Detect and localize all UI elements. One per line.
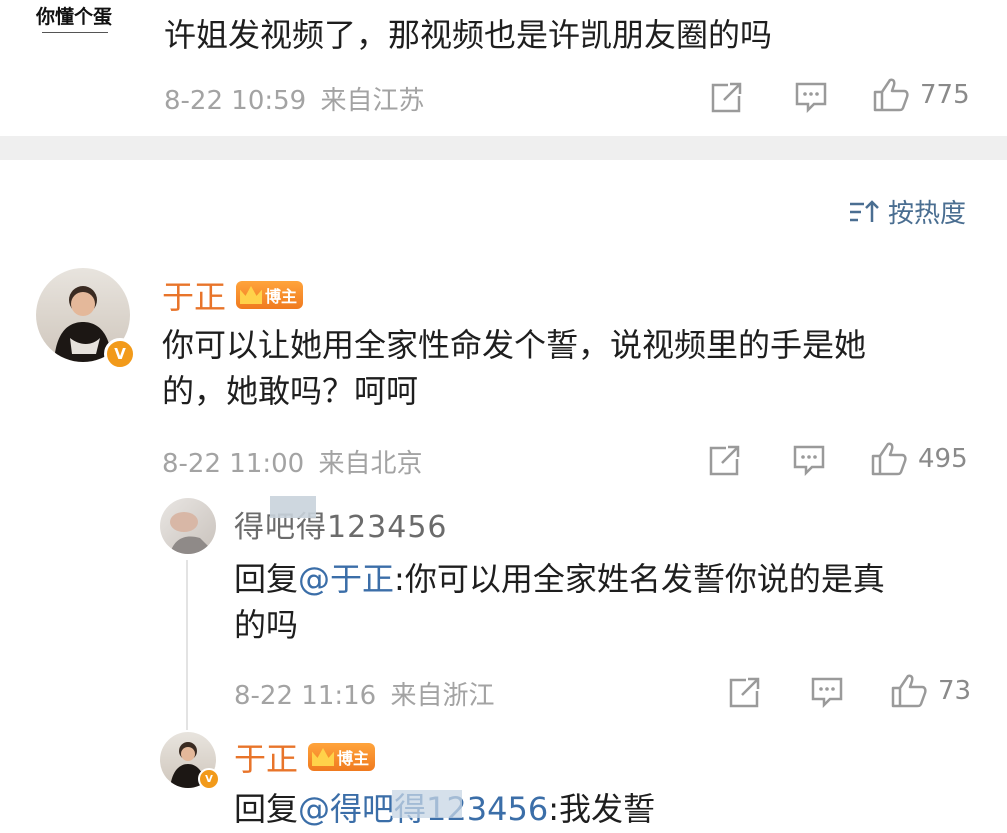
blogger-badge: 博主	[236, 281, 304, 309]
username[interactable]: 得吧得123456	[234, 502, 448, 546]
crown-icon	[240, 286, 263, 304]
username[interactable]: 于正	[162, 272, 226, 318]
share-button[interactable]	[728, 675, 762, 709]
verified-badge: V	[104, 338, 136, 370]
reply-line: 的吗	[234, 606, 299, 644]
like-count: 775	[920, 80, 970, 110]
blur-mask	[392, 790, 462, 818]
comment-button[interactable]	[794, 80, 828, 114]
blogger-badge: 博主	[308, 743, 376, 771]
section-divider	[0, 136, 1007, 160]
thumbs-up-icon	[871, 442, 907, 476]
comment-header: 于正 博主	[162, 272, 304, 318]
comment-time: 8-22 10:59 来自江苏	[164, 80, 424, 117]
timestamp: 8-22 11:00	[162, 449, 305, 479]
share-icon	[711, 82, 742, 113]
comment-header: 于正 博主	[234, 734, 376, 780]
badge-label: 博主	[337, 749, 370, 768]
sort-button[interactable]: 按热度	[848, 193, 966, 230]
location: 来自北京	[318, 449, 423, 479]
timestamp: 8-22 10:59	[164, 86, 307, 116]
avatar-image	[170, 512, 216, 554]
blur-mask	[270, 496, 316, 518]
comment-text: 你可以让她用全家性命发个誓，说视频里的手是她 的，她敢吗？呵呵	[162, 322, 866, 414]
reply-line: 回复@于正:你可以用全家姓名发誓你说的是真	[234, 556, 885, 602]
comment-text: 许姐发视频了，那视频也是许凯朋友圈的吗	[164, 16, 773, 54]
share-button[interactable]	[708, 443, 742, 477]
location: 来自浙江	[390, 681, 495, 711]
comment-icon	[793, 445, 825, 477]
like-count: 73	[938, 676, 972, 706]
reply-prefix: 回复	[234, 790, 299, 828]
location: 来自江苏	[320, 86, 425, 116]
username[interactable]: 于正	[234, 734, 298, 780]
thumbs-up-icon	[891, 674, 927, 708]
share-icon	[709, 445, 740, 476]
comment-icon	[811, 677, 843, 709]
thread-line	[186, 560, 188, 730]
username-text: 得吧得123456	[234, 510, 448, 545]
crown-icon	[312, 748, 335, 766]
avatar[interactable]: 你懂个蛋	[28, 0, 122, 50]
like-count: 495	[918, 444, 968, 474]
share-icon	[729, 677, 760, 708]
comment-line: 的，她敢吗？呵呵	[162, 372, 419, 410]
comment-button[interactable]	[810, 675, 844, 709]
comment-icon	[795, 82, 827, 114]
comment-time: 8-22 11:00 来自北京	[162, 443, 422, 480]
reply-text: 回复@于正:你可以用全家姓名发誓你说的是真 的吗	[234, 556, 885, 648]
reply-content: :我发誓	[548, 790, 655, 828]
sort-icon	[850, 199, 879, 222]
share-button[interactable]	[710, 80, 744, 114]
comment-button[interactable]	[792, 443, 826, 477]
like-button[interactable]: 495	[870, 440, 968, 478]
badge-label: 博主	[265, 287, 298, 306]
reply-content: :你可以用全家姓名发誓你说的是真	[394, 560, 885, 598]
mention-link[interactable]: @于正	[298, 560, 394, 598]
username: 你懂个蛋	[36, 6, 113, 28]
avatar[interactable]	[160, 498, 216, 554]
verified-badge: V	[198, 768, 220, 790]
like-button[interactable]: 775	[872, 76, 970, 114]
timestamp: 8-22 11:16	[234, 681, 377, 711]
thumbs-up-icon	[873, 78, 909, 112]
comment-time: 8-22 11:16 来自浙江	[234, 675, 494, 712]
like-button[interactable]: 73	[890, 672, 971, 710]
comment-line: 你可以让她用全家性命发个誓，说视频里的手是她	[162, 326, 867, 364]
reply-prefix: 回复	[234, 560, 299, 598]
sort-label: 按热度	[888, 199, 967, 229]
